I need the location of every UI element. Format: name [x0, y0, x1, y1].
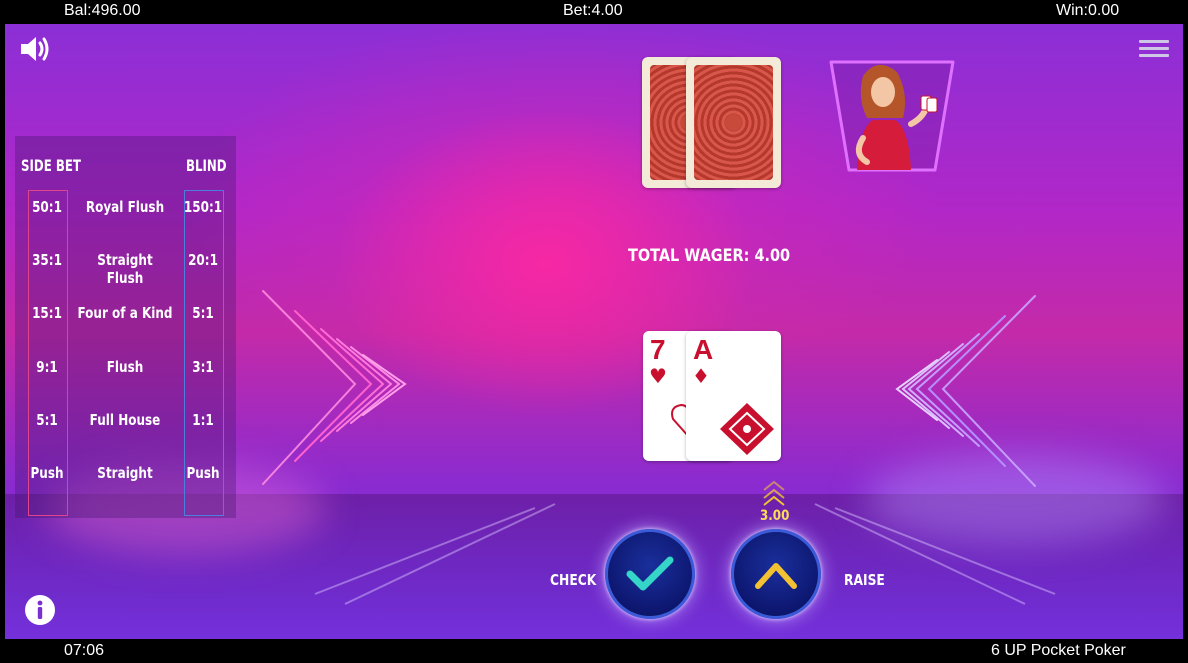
card-suit: ♥ [649, 364, 667, 388]
paytable-panel: SIDE BET BLIND 50:1 Royal Flush 150:1 35… [15, 136, 236, 518]
balance-display: Bal:496.00 [64, 2, 141, 19]
hand-name: Four of a Kind [77, 304, 173, 322]
info-button[interactable] [24, 594, 56, 631]
raise-label: RAISE [844, 571, 885, 589]
card-suit: ♦ [692, 364, 710, 388]
clock-display: 07:06 [64, 642, 105, 659]
check-button[interactable] [605, 529, 695, 619]
blind-header: BLIND [186, 156, 227, 175]
top-status-bar: Bal:496.00 Bet:4.00 Win:0.00 [0, 0, 1188, 24]
raise-button[interactable] [731, 529, 821, 619]
dealer-avatar [823, 58, 959, 174]
side-bet-payout: 15:1 [32, 304, 62, 322]
hand-name: Full House [89, 411, 161, 429]
speaker-icon [21, 37, 49, 61]
player-card: A ♦ [686, 331, 781, 461]
floor-light-streaks [314, 503, 556, 605]
diamond-pip-icon [720, 403, 774, 455]
side-bet-payout: 35:1 [32, 251, 62, 269]
blind-payout: 5:1 [192, 304, 214, 322]
blind-payout: 150:1 [183, 198, 223, 216]
hand-name: Royal Flush [85, 198, 165, 216]
side-bet-payout: 9:1 [36, 358, 58, 376]
card-rank: 7 [650, 334, 666, 365]
info-icon [25, 595, 55, 625]
hand-name: Flush [106, 358, 144, 376]
raise-indicator-icon [763, 480, 785, 506]
side-bet-payout: 50:1 [32, 198, 62, 216]
check-label: CHECK [550, 571, 597, 589]
menu-button[interactable] [1139, 38, 1169, 65]
raise-amount: 3.00 [760, 508, 790, 524]
total-wager-label: TOTAL WAGER: 4.00 [628, 246, 791, 266]
bet-display: Bet:4.00 [563, 2, 623, 19]
hamburger-menu-icon [1139, 40, 1169, 57]
side-bet-payout: Push [30, 464, 64, 482]
blind-payout: Push [186, 464, 220, 482]
chevron-up-icon [755, 563, 797, 589]
left-neon-chevrons [262, 290, 407, 485]
hand-name: Straight [97, 464, 153, 482]
blind-payout: 20:1 [188, 251, 218, 269]
checkmark-icon [626, 556, 674, 591]
right-neon-chevrons [895, 295, 1036, 487]
blind-payout: 3:1 [192, 358, 214, 376]
side-bet-header: SIDE BET [21, 156, 81, 175]
floor-light-streaks [814, 503, 1056, 605]
blind-payout: 1:1 [192, 411, 214, 429]
bottom-status-bar: 07:06 6 UP Pocket Poker [0, 639, 1188, 663]
card-rank: A [693, 334, 714, 365]
side-bet-payout: 5:1 [36, 411, 58, 429]
hand-name: Straight Flush [97, 251, 153, 287]
game-title: 6 UP Pocket Poker [991, 642, 1126, 659]
dealer-card-back [686, 57, 781, 188]
sound-button[interactable] [19, 34, 51, 69]
game-stage: SIDE BET BLIND 50:1 Royal Flush 150:1 35… [5, 24, 1183, 639]
win-display: Win:0.00 [1056, 2, 1120, 19]
